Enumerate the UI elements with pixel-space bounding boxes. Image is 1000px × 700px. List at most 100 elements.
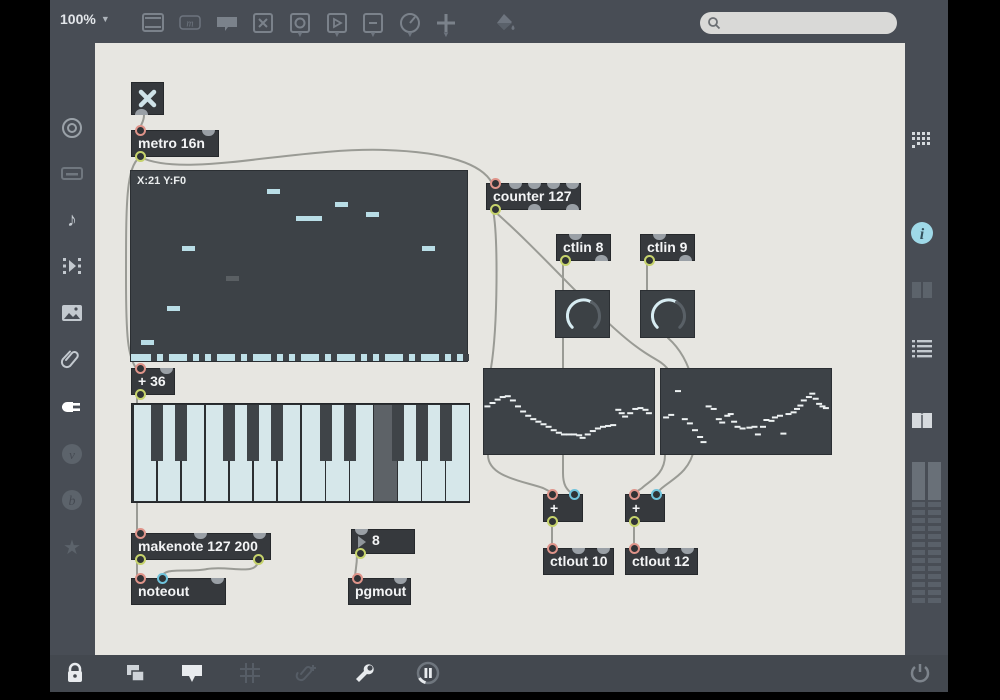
chevron-down-icon[interactable]: ▼ — [406, 30, 414, 39]
matrix-cell[interactable] — [182, 246, 195, 251]
chevron-down-icon[interactable]: ▼ — [442, 30, 450, 39]
object-ctlin-9[interactable]: ctlin 9 — [640, 234, 695, 266]
object-metro[interactable]: metro 16n — [131, 125, 219, 162]
matrix-cell[interactable] — [366, 212, 379, 217]
outlet[interactable] — [528, 204, 541, 210]
pause-resume-icon[interactable] — [415, 660, 441, 686]
beats-icon[interactable]: b — [59, 487, 85, 513]
outlet[interactable] — [135, 109, 148, 115]
music-note-icon[interactable]: ♪ — [59, 206, 85, 232]
black-key[interactable] — [343, 405, 356, 461]
object-kslider[interactable] — [131, 403, 470, 503]
search-input[interactable] — [722, 14, 897, 32]
black-key[interactable] — [223, 405, 236, 461]
inlet[interactable] — [135, 528, 146, 539]
object-pgmout[interactable]: pgmout — [348, 573, 411, 605]
inlet[interactable] — [547, 543, 558, 554]
playlist-icon[interactable] — [59, 253, 85, 279]
outlet[interactable] — [644, 255, 655, 266]
info-icon[interactable]: i — [909, 220, 935, 246]
matrix-cell[interactable] — [167, 306, 180, 311]
search-box[interactable] — [700, 12, 897, 34]
outlet[interactable] — [560, 255, 571, 266]
chevron-down-icon[interactable]: ▼ — [296, 30, 304, 39]
outlet[interactable] — [135, 554, 146, 565]
black-key[interactable] — [151, 405, 164, 461]
black-key[interactable] — [391, 405, 404, 461]
bring-to-front-icon[interactable] — [122, 660, 148, 686]
attach-icon[interactable] — [294, 660, 320, 686]
matrix-cell[interactable] — [296, 216, 309, 221]
object-matrix[interactable]: X:21 Y:F0 — [130, 170, 469, 362]
matrix-cell[interactable] — [335, 202, 348, 207]
object-mslider-left[interactable] — [483, 368, 655, 455]
target-icon[interactable] — [59, 115, 85, 141]
inlet[interactable] — [355, 529, 368, 535]
object-plus-2[interactable]: + — [625, 489, 665, 527]
outlet[interactable] — [679, 255, 692, 261]
object-makenote[interactable]: makenote 127 200 — [131, 528, 271, 565]
black-key[interactable] — [439, 405, 452, 461]
grid-snap-icon[interactable] — [237, 660, 263, 686]
console-list-icon[interactable] — [909, 335, 935, 361]
zoom-level-control[interactable]: 100% ▼ — [60, 11, 110, 27]
outlet[interactable] — [566, 204, 579, 210]
presentation-mode-icon[interactable] — [179, 660, 205, 686]
object-plus-1[interactable]: + — [543, 489, 583, 527]
black-key[interactable] — [319, 405, 332, 461]
matrix-cell[interactable] — [309, 216, 322, 221]
object-counter[interactable]: counter 127 — [486, 178, 581, 215]
object-dial-2[interactable] — [640, 290, 695, 338]
inlet[interactable] — [157, 573, 168, 584]
object-mslider-right[interactable] — [660, 368, 832, 455]
outlet[interactable] — [253, 554, 264, 565]
patcher-canvas[interactable]: metro 16n X:21 Y:F0 counter 127 ctlin 8 ctli… — [95, 43, 905, 655]
matrix-cell-dim[interactable] — [226, 276, 239, 281]
inlet[interactable] — [569, 489, 580, 500]
matrix-cell[interactable] — [422, 246, 435, 251]
object-toggle[interactable] — [131, 82, 164, 115]
outlet[interactable] — [135, 151, 146, 162]
inspector-wrench-icon[interactable] — [352, 660, 378, 686]
black-key[interactable] — [415, 405, 428, 461]
object-palette-icon[interactable] — [909, 127, 935, 153]
image-icon[interactable] — [59, 300, 85, 326]
object-noteout[interactable]: noteout — [131, 573, 226, 605]
reference-book-icon[interactable] — [909, 407, 935, 433]
black-key[interactable] — [175, 405, 188, 461]
plug-icon[interactable] — [59, 394, 85, 420]
split-view-icon[interactable] — [909, 277, 935, 303]
paint-bucket-icon[interactable] — [492, 10, 518, 36]
object-plus-36[interactable]: + 36 — [131, 363, 175, 400]
inlet[interactable] — [135, 363, 146, 374]
star-icon[interactable]: ★ — [59, 534, 85, 560]
chevron-down-icon[interactable]: ▼ — [369, 30, 377, 39]
inlet[interactable] — [629, 543, 640, 554]
outlet[interactable] — [629, 516, 640, 527]
object-ctlout-12[interactable]: ctlout 12 — [625, 543, 698, 575]
object-dial-1[interactable] — [555, 290, 610, 338]
object-ctlout-10[interactable]: ctlout 10 — [543, 543, 614, 575]
black-key[interactable] — [271, 405, 284, 461]
inlet[interactable] — [629, 489, 640, 500]
object-ctlin-8[interactable]: ctlin 8 — [556, 234, 611, 266]
lock-icon[interactable] — [62, 660, 88, 686]
comment-icon[interactable] — [214, 10, 240, 36]
matrix-cell[interactable] — [267, 189, 280, 194]
matrix-cell[interactable] — [141, 340, 154, 345]
inlet[interactable] — [135, 125, 146, 136]
outlet[interactable] — [355, 548, 366, 559]
outlet[interactable] — [547, 516, 558, 527]
outlet[interactable] — [135, 389, 146, 400]
inlet[interactable] — [135, 573, 146, 584]
paperclip-icon[interactable] — [59, 347, 85, 373]
inlet[interactable] — [490, 178, 501, 189]
outlet[interactable] — [595, 255, 608, 261]
outlet[interactable] — [490, 204, 501, 215]
power-icon[interactable] — [907, 660, 933, 686]
black-key[interactable] — [247, 405, 260, 461]
toggle-icon[interactable] — [250, 10, 276, 36]
chevron-down-icon[interactable]: ▼ — [333, 30, 341, 39]
inlet[interactable] — [547, 489, 558, 500]
hardware-icon[interactable] — [59, 160, 85, 186]
